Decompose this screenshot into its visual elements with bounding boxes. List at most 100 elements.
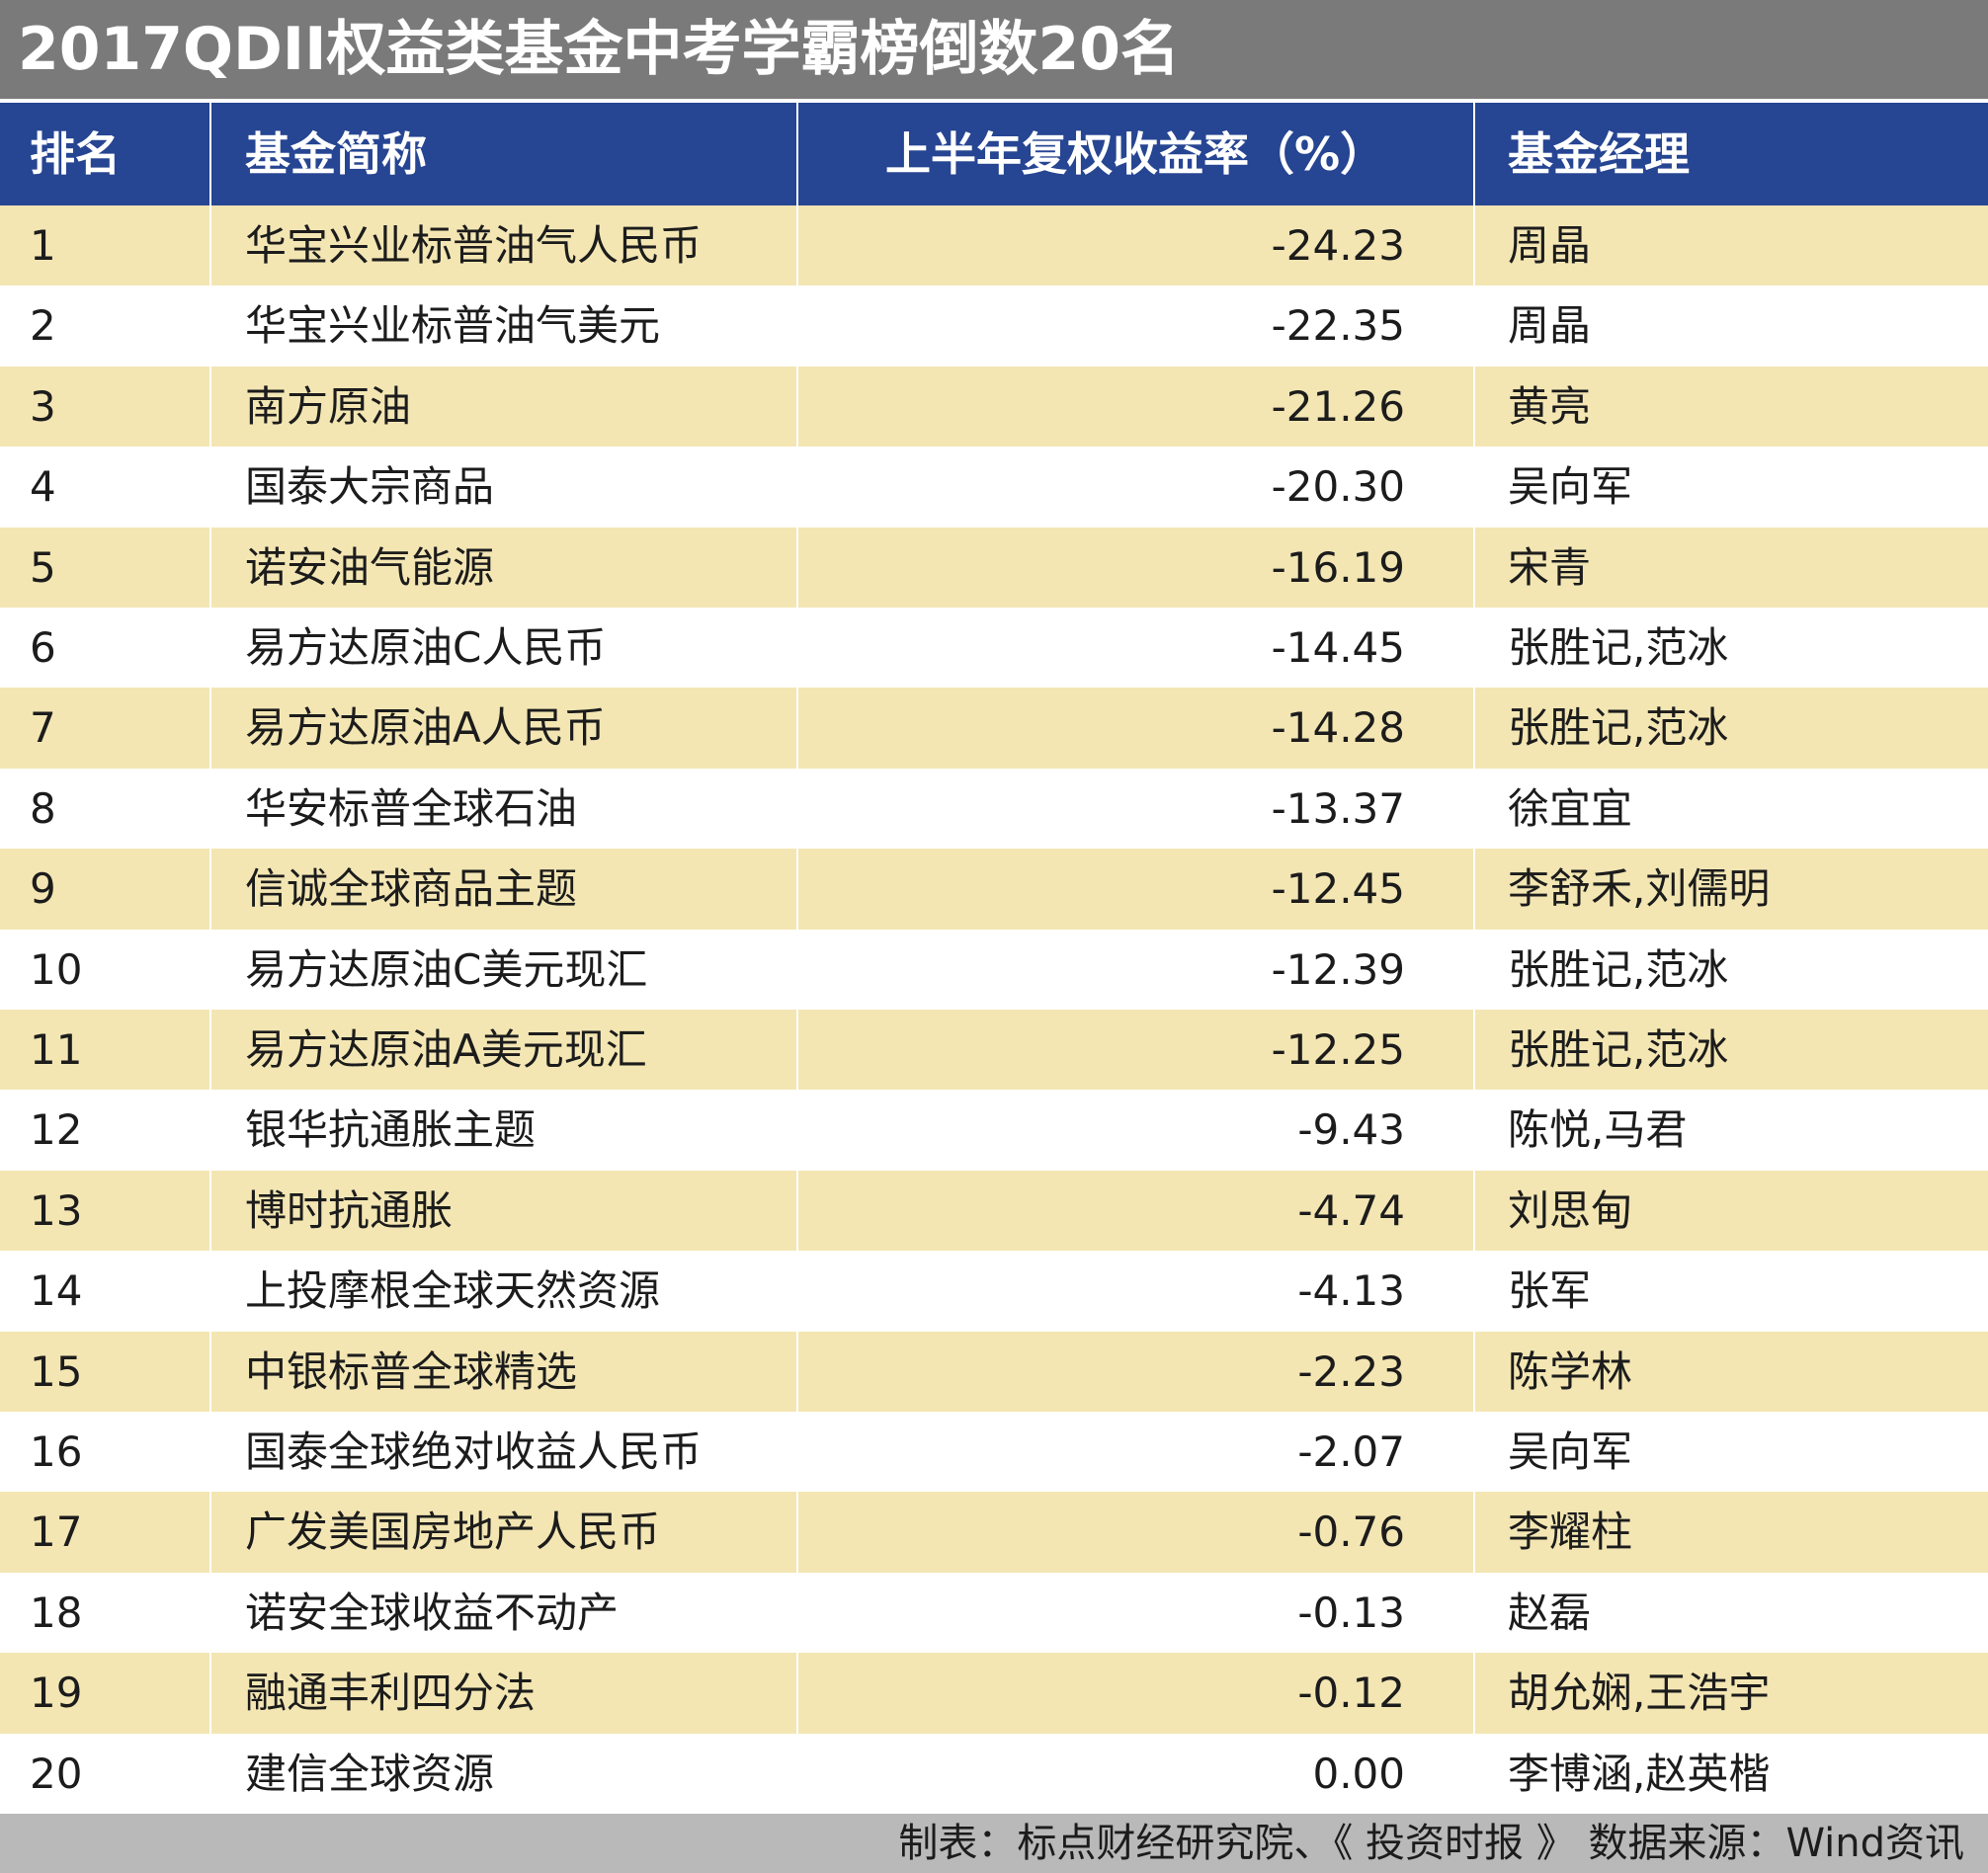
fund-name-cell: 易方达原油A人民币 [245,703,606,753]
return-cell: -14.45 [1271,623,1405,672]
manager-cell: 周晶 [1508,301,1592,351]
column-divider [796,849,798,930]
fund-name-cell: 国泰大宗商品 [245,462,495,512]
column-divider [796,1734,798,1814]
manager-cell: 李舒禾,刘儒明 [1508,864,1771,914]
column-divider [796,366,798,448]
column-divider [1473,1170,1475,1252]
manager-cell: 宋青 [1508,542,1592,592]
column-divider [796,688,798,769]
column-divider [209,1090,211,1170]
column-divider [1473,930,1475,1010]
fund-name-cell: 诺安全球收益不动产 [245,1588,620,1637]
page-title: 2017QDII权益类基金中考学霸榜倒数20名 [18,15,1180,84]
table-row: 8 华安标普全球石油 -13.37 徐宜宜 [0,768,1988,850]
column-divider [1473,1734,1475,1814]
column-divider [1473,1573,1475,1653]
rank-cell: 13 [30,1185,83,1235]
return-cell: -13.37 [1271,783,1405,833]
column-divider [796,1573,798,1653]
rank-cell: 5 [30,542,56,592]
manager-cell: 张胜记,范冰 [1508,703,1729,753]
column-divider [209,527,211,608]
fund-name-cell: 华宝兴业标普油气美元 [245,301,661,351]
column-divider [796,1010,798,1091]
column-divider [796,205,798,286]
header-fund-name: 基金简称 [245,127,427,181]
column-divider [796,930,798,1010]
rank-cell: 11 [30,1025,83,1074]
fund-name-cell: 易方达原油C人民币 [245,623,607,672]
column-divider [209,608,211,688]
return-cell: 0.00 [1312,1749,1405,1798]
column-divider [1473,285,1475,366]
manager-cell: 吴向军 [1508,1427,1633,1476]
fund-name-cell: 华安标普全球石油 [245,783,578,833]
rank-cell: 19 [30,1669,83,1718]
rank-cell: 20 [30,1749,83,1798]
rank-cell: 17 [30,1507,83,1557]
rank-cell: 15 [30,1346,83,1396]
column-divider [1473,688,1475,769]
fund-name-cell: 银华抗通胀主题 [245,1105,537,1155]
column-divider [209,1170,211,1252]
source-credit: 制表：标点财经研究院、《 投资时报 》 数据来源：Wind资讯 [898,1821,1964,1866]
column-divider [1473,1010,1475,1091]
fund-name-cell: 广发美国房地产人民币 [245,1507,661,1557]
manager-cell: 赵磊 [1508,1588,1592,1637]
header-divider [1473,103,1475,205]
table-row: 2 华宝兴业标普油气美元 -22.35 周晶 [0,285,1988,366]
table-row: 15 中银标普全球精选 -2.23 陈学林 [0,1331,1988,1412]
return-cell: -0.76 [1297,1507,1405,1557]
column-divider [1473,1331,1475,1412]
fund-name-cell: 华宝兴业标普油气人民币 [245,221,703,270]
column-divider [1473,608,1475,688]
table-row: 1 华宝兴业标普油气人民币 -24.23 周晶 [0,205,1988,286]
return-cell: -0.13 [1297,1588,1405,1637]
return-cell: -16.19 [1271,542,1405,592]
manager-cell: 陈学林 [1508,1346,1633,1396]
rank-cell: 14 [30,1266,83,1316]
column-divider [209,1251,211,1331]
rank-cell: 9 [30,864,56,914]
fund-name-cell: 融通丰利四分法 [245,1669,537,1718]
return-cell: -12.45 [1271,864,1405,914]
manager-cell: 周晶 [1508,221,1592,270]
column-divider [1473,1090,1475,1170]
rank-cell: 4 [30,462,56,512]
fund-name-cell: 诺安油气能源 [245,542,495,592]
column-divider [796,285,798,366]
fund-name-cell: 易方达原油A美元现汇 [245,1025,647,1074]
column-divider [796,608,798,688]
column-divider [209,1331,211,1412]
return-cell: -14.28 [1271,703,1405,753]
table-row: 10 易方达原油C美元现汇 -12.39 张胜记,范冰 [0,929,1988,1010]
table-row: 11 易方达原油A美元现汇 -12.25 张胜记,范冰 [0,1010,1988,1091]
fund-name-cell: 上投摩根全球天然资源 [245,1266,661,1316]
table-row: 14 上投摩根全球天然资源 -4.13 张军 [0,1251,1988,1332]
table-row: 9 信诚全球商品主题 -12.45 李舒禾,刘儒明 [0,849,1988,930]
column-divider [1473,366,1475,448]
return-cell: -22.35 [1271,301,1405,351]
fund-name-cell: 信诚全球商品主题 [245,864,578,914]
manager-cell: 刘思甸 [1508,1185,1633,1235]
return-cell: -2.23 [1297,1346,1405,1396]
table-row: 7 易方达原油A人民币 -14.28 张胜记,范冰 [0,688,1988,769]
column-divider [796,1170,798,1252]
return-cell: -2.07 [1297,1427,1405,1476]
return-cell: -9.43 [1297,1105,1405,1155]
infographic-table: 2017QDII权益类基金中考学霸榜倒数20名 排名 基金简称 上半年复权收益率… [0,0,1988,1873]
header-manager: 基金经理 [1508,127,1690,181]
manager-cell: 胡允娴,王浩宇 [1508,1669,1771,1718]
footer-bar: 制表：标点财经研究院、《 投资时报 》 数据来源：Wind资讯 [0,1814,1988,1873]
rank-cell: 18 [30,1588,83,1637]
fund-name-cell: 博时抗通胀 [245,1185,454,1235]
column-divider [796,447,798,527]
column-divider [1473,205,1475,286]
column-divider [209,930,211,1010]
column-divider [209,1010,211,1091]
column-divider [1473,1653,1475,1734]
column-divider [1473,769,1475,849]
column-divider [796,1331,798,1412]
rank-cell: 7 [30,703,56,753]
